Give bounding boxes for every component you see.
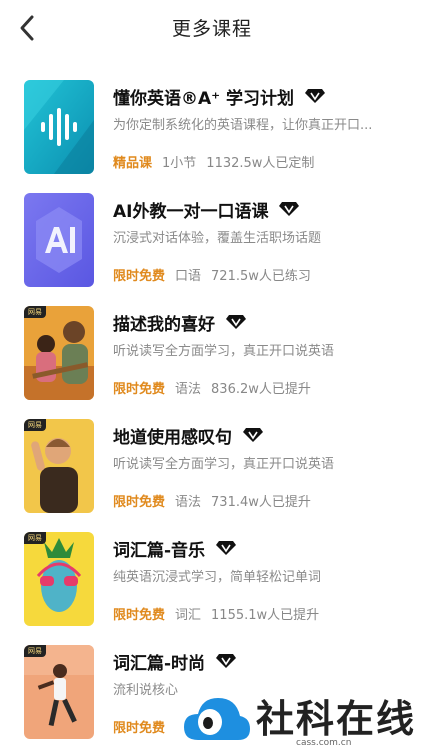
provider-tag: 网易 xyxy=(24,645,46,657)
course-description: 听说读写全方面学习，真正开口说英语 xyxy=(113,344,335,359)
provider-tag: 网易 xyxy=(24,419,46,431)
course-meta: 限时免费 口语 721.5w人已练习 xyxy=(113,265,311,284)
site-watermark: 社科在线 cass.com.cn xyxy=(178,686,424,754)
course-description: 纯英语沉浸式学习，简单轻松记单词 xyxy=(113,570,322,585)
course-title: 地道使用感叹句 xyxy=(113,427,232,448)
watermark-text: 社科在线 xyxy=(256,697,417,741)
course-thumbnail xyxy=(24,193,94,287)
course-description: 沉浸式对话体验，覆盖生活职场话题 xyxy=(113,231,322,246)
course-title: 懂你英语®A⁺ 学习计划 xyxy=(113,88,295,109)
provider-tag: 网易 xyxy=(24,532,46,544)
price-badge: 限时免费 xyxy=(113,382,166,397)
page-title: 更多课程 xyxy=(171,18,252,40)
course-item[interactable]: 网易 词汇篇-音乐 纯英语沉浸式学习，简单轻松记单词 限时免费 词汇 1155.1w… xyxy=(0,530,424,630)
course-meta: 限时免费 xyxy=(113,717,185,736)
course-category: 口语 xyxy=(175,269,202,284)
course-title: AI外教一对一口语课 xyxy=(113,201,269,222)
course-item[interactable]: AI外教一对一口语课 沉浸式对话体验，覆盖生活职场话题 限时免费 口语 721.5w… xyxy=(0,191,424,291)
course-thumbnail: 网易 xyxy=(24,419,94,513)
course-meta: 限时免费 词汇 1155.1w人已提升 xyxy=(113,604,319,623)
diamond-icon xyxy=(216,541,237,555)
course-description: 为你定制系统化的英语课程，让你真正开口... xyxy=(113,118,373,133)
course-item[interactable]: 网易 描述我的喜好 听说读写全方面学习，真正开口说英语 限时免费 语法 836.2w… xyxy=(0,304,424,404)
diamond-icon xyxy=(216,654,237,668)
course-description: 听说读写全方面学习，真正开口说英语 xyxy=(113,457,335,472)
course-thumbnail xyxy=(24,80,94,174)
price-badge: 限时免费 xyxy=(113,495,166,510)
course-category: 1小节 xyxy=(162,156,197,171)
learner-count: 731.4w人已提升 xyxy=(211,495,311,510)
course-thumbnail: 网易 xyxy=(24,645,94,739)
diamond-icon xyxy=(243,428,263,442)
learner-count: 1155.1w人已提升 xyxy=(211,608,320,623)
diamond-icon xyxy=(305,89,326,103)
course-title: 词汇篇-时尚 xyxy=(113,653,206,674)
provider-tag: 网易 xyxy=(24,306,46,318)
course-item[interactable]: 网易 地道使用感叹句 听说读写全方面学习，真正开口说英语 限时免费 语法 731.4… xyxy=(0,417,424,517)
course-meta: 限时免费 语法 731.4w人已提升 xyxy=(113,491,311,510)
price-badge: 限时免费 xyxy=(113,608,166,623)
course-category: 语法 xyxy=(175,495,202,510)
cloud-logo-icon xyxy=(184,698,250,740)
diamond-icon xyxy=(226,315,246,329)
course-category: 语法 xyxy=(175,382,202,397)
course-thumbnail: 网易 xyxy=(24,532,94,626)
header: 更多课程 xyxy=(0,0,424,58)
watermark-domain: cass.com.cn xyxy=(296,738,352,748)
course-item[interactable]: 懂你英语®A⁺ 学习计划 为你定制系统化的英语课程，让你真正开口... 精品课 1… xyxy=(0,78,424,178)
course-category: 词汇 xyxy=(175,608,202,623)
diamond-icon xyxy=(279,202,300,216)
learner-count: 1132.5w人已定制 xyxy=(206,156,315,171)
course-meta: 精品课 1小节 1132.5w人已定制 xyxy=(113,152,314,171)
course-thumbnail: 网易 xyxy=(24,306,94,400)
course-meta: 限时免费 语法 836.2w人已提升 xyxy=(113,378,311,397)
course-title: 词汇篇-音乐 xyxy=(113,540,206,561)
course-title: 描述我的喜好 xyxy=(113,314,215,335)
price-badge: 限时免费 xyxy=(113,721,166,736)
price-badge: 限时免费 xyxy=(113,269,166,284)
price-badge: 精品课 xyxy=(113,156,153,171)
learner-count: 836.2w人已提升 xyxy=(211,382,311,397)
learner-count: 721.5w人已练习 xyxy=(211,269,311,284)
